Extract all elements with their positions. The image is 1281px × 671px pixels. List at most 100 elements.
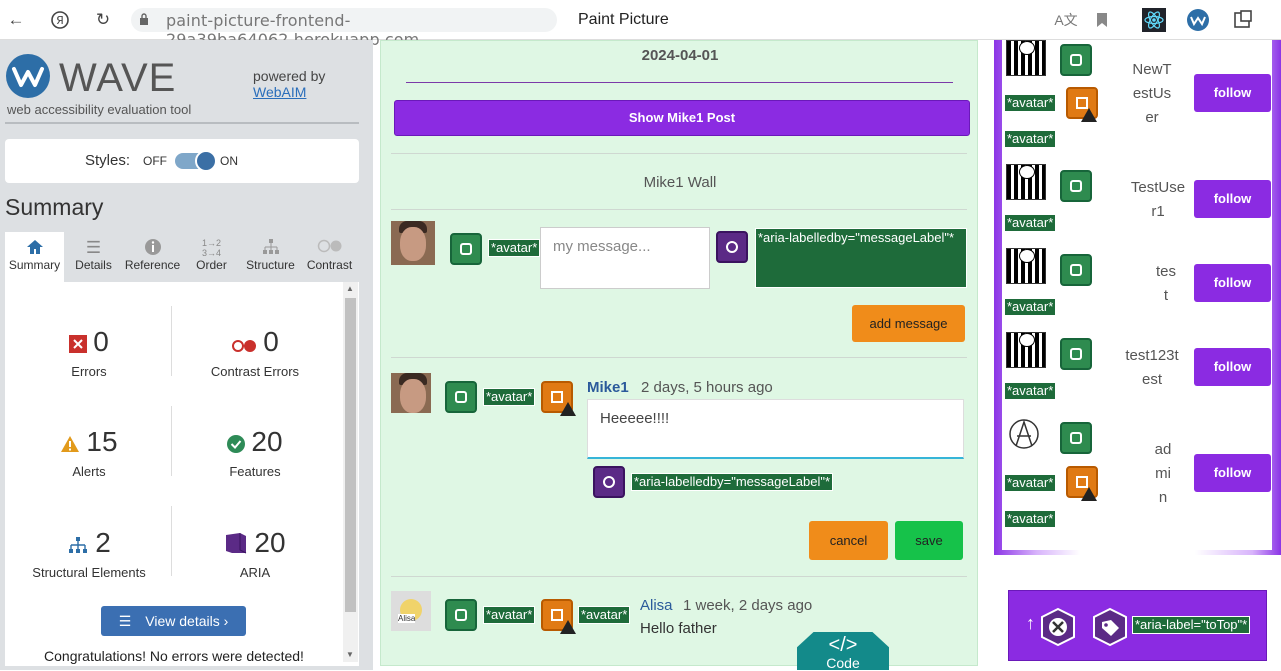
errors-label: Errors (71, 363, 107, 379)
summary-panel: 0 Errors 0 Contrast Errors 15 Alerts 20 … (5, 282, 359, 666)
features-label: Features (229, 463, 281, 479)
congrats-message: Congratulations! No errors were detected… (44, 648, 304, 664)
scroll-up-icon[interactable]: ▲ (346, 284, 354, 293)
address-bar[interactable]: paint-picture-frontend-29a39ba64062.hero… (131, 8, 557, 49)
tab-label: Summary (8, 258, 61, 272)
user-name[interactable]: TestUse r1 (1122, 176, 1194, 224)
view-details-button[interactable]: ☰ View details › (101, 606, 246, 636)
aria-icon (224, 529, 248, 561)
divider (391, 357, 967, 358)
user-name[interactable]: ad mi n (1148, 438, 1178, 510)
warning-icon (560, 402, 576, 416)
back-icon[interactable]: ← (4, 8, 28, 32)
structure-icon (241, 238, 300, 258)
wave-link-icon[interactable] (1060, 170, 1092, 202)
avatar (1006, 332, 1046, 368)
code-tab[interactable]: </> Code (797, 632, 889, 670)
scrollbar[interactable]: ▲ ▼ (343, 282, 358, 662)
wave-link-icon[interactable] (1060, 422, 1092, 454)
post-text: Hello father (640, 620, 717, 637)
aria-tag-icon[interactable] (593, 466, 625, 498)
translate-icon[interactable]: A文 (1054, 8, 1078, 32)
tab-label: Reference (124, 258, 181, 272)
edit-message-textarea[interactable]: Heeeee!!!! (587, 399, 964, 459)
webaim-link[interactable]: WebAIM (253, 84, 325, 100)
home-icon (5, 238, 64, 258)
add-message-button[interactable]: add message (852, 305, 965, 342)
show-post-button[interactable]: Show Mike1 Post (394, 100, 970, 136)
yandex-icon[interactable]: Я (48, 8, 72, 32)
post-author[interactable]: Mike1 (587, 379, 629, 396)
wave-link-icon[interactable] (445, 599, 477, 631)
message-input[interactable]: my message... (540, 227, 710, 289)
wall-title: Mike1 Wall (643, 174, 717, 191)
post-time: 2 days, 5 hours ago (641, 379, 773, 396)
user-list: *avatar* *avatar* NewT estUs er follow *av… (1002, 40, 1272, 550)
structural-label: Structural Elements (32, 564, 146, 580)
extensions-icon[interactable] (1231, 8, 1255, 32)
divider (391, 209, 967, 210)
follow-button[interactable]: follow (1194, 74, 1271, 112)
aria-labelledby-tag: *aria-labelledby="messageLabel"* (755, 228, 967, 288)
user-list-panel: *avatar* *avatar* NewT estUs er follow *av… (994, 40, 1281, 555)
features-stat[interactable]: 20 Features (171, 426, 339, 479)
tab-structure[interactable]: Structure (241, 232, 300, 282)
date-heading: 2024-04-01 (641, 47, 719, 64)
avatar-tag: *avatar* (483, 606, 536, 624)
cancel-button[interactable]: cancel (809, 521, 888, 560)
wave-link-icon[interactable] (450, 233, 482, 265)
avatar-tag: *avatar* (1004, 94, 1057, 112)
user-name[interactable]: NewT estUs er (1128, 58, 1176, 130)
user-name[interactable]: tes t (1142, 260, 1190, 308)
aria-label: ARIA (239, 564, 271, 580)
tab-order[interactable]: 1→2 3→4 Order (182, 232, 241, 282)
aria-stat[interactable]: 20 ARIA (171, 527, 339, 580)
tab-reference[interactable]: Reference (123, 232, 182, 282)
wave-link-icon[interactable] (1060, 338, 1092, 370)
tab-label: Contrast (306, 258, 353, 272)
aria-tag-icon[interactable] (716, 231, 748, 263)
divider (406, 82, 953, 83)
tab-contrast[interactable]: Contrast (300, 232, 359, 282)
follow-button[interactable]: follow (1194, 264, 1271, 302)
powered-by-label: powered by (253, 68, 326, 84)
follow-button[interactable]: follow (1194, 180, 1271, 218)
aria-tag-icon (1091, 607, 1129, 647)
scroll-down-icon[interactable]: ▼ (346, 650, 354, 659)
react-devtools-icon[interactable] (1142, 8, 1166, 32)
feature-icon (227, 428, 246, 460)
user-name[interactable]: test123t est (1116, 344, 1188, 392)
wave-link-icon[interactable] (1060, 254, 1092, 286)
structural-stat[interactable]: 2 Structural Elements (5, 527, 173, 580)
contrast-errors-count: 0 (263, 326, 279, 357)
save-button[interactable]: save (895, 521, 963, 560)
tab-details[interactable]: ☰ Details (64, 232, 123, 282)
alerts-label: Alerts (72, 463, 106, 479)
post-time: 1 week, 2 days ago (683, 597, 813, 614)
alerts-stat[interactable]: 15 Alerts (5, 426, 173, 479)
list-icon: ☰ (85, 238, 102, 257)
tab-summary[interactable]: Summary (5, 232, 64, 282)
wave-extension-icon[interactable] (1186, 8, 1210, 32)
reload-icon[interactable]: ↻ (91, 8, 115, 32)
contrast-errors-stat[interactable]: 0 Contrast Errors (171, 326, 339, 379)
avatar (1006, 164, 1046, 200)
order-icon: 1→2 3→4 (201, 238, 221, 258)
page-title: Paint Picture (578, 11, 669, 28)
errors-count: 0 (93, 326, 109, 357)
styles-toggle-knob[interactable] (195, 150, 217, 172)
avatar-tag: *avatar* (1004, 214, 1057, 232)
aria-count: 20 (254, 527, 286, 558)
wave-link-icon[interactable] (1060, 44, 1092, 76)
follow-button[interactable]: follow (1194, 454, 1271, 492)
to-top-button[interactable]: ↑ *aria-label="toTop"* (1008, 590, 1267, 661)
warning-icon (560, 620, 576, 634)
scrollbar-thumb[interactable] (345, 298, 356, 612)
follow-button[interactable]: follow (1194, 348, 1271, 386)
list-icon: ☰ (118, 613, 132, 629)
post-author[interactable]: Alisa (640, 597, 673, 614)
errors-stat[interactable]: 0 Errors (5, 326, 173, 379)
wave-link-icon[interactable] (445, 381, 477, 413)
bookmark-icon[interactable] (1090, 8, 1114, 32)
avatar-tag: *avatar* (1004, 298, 1057, 316)
